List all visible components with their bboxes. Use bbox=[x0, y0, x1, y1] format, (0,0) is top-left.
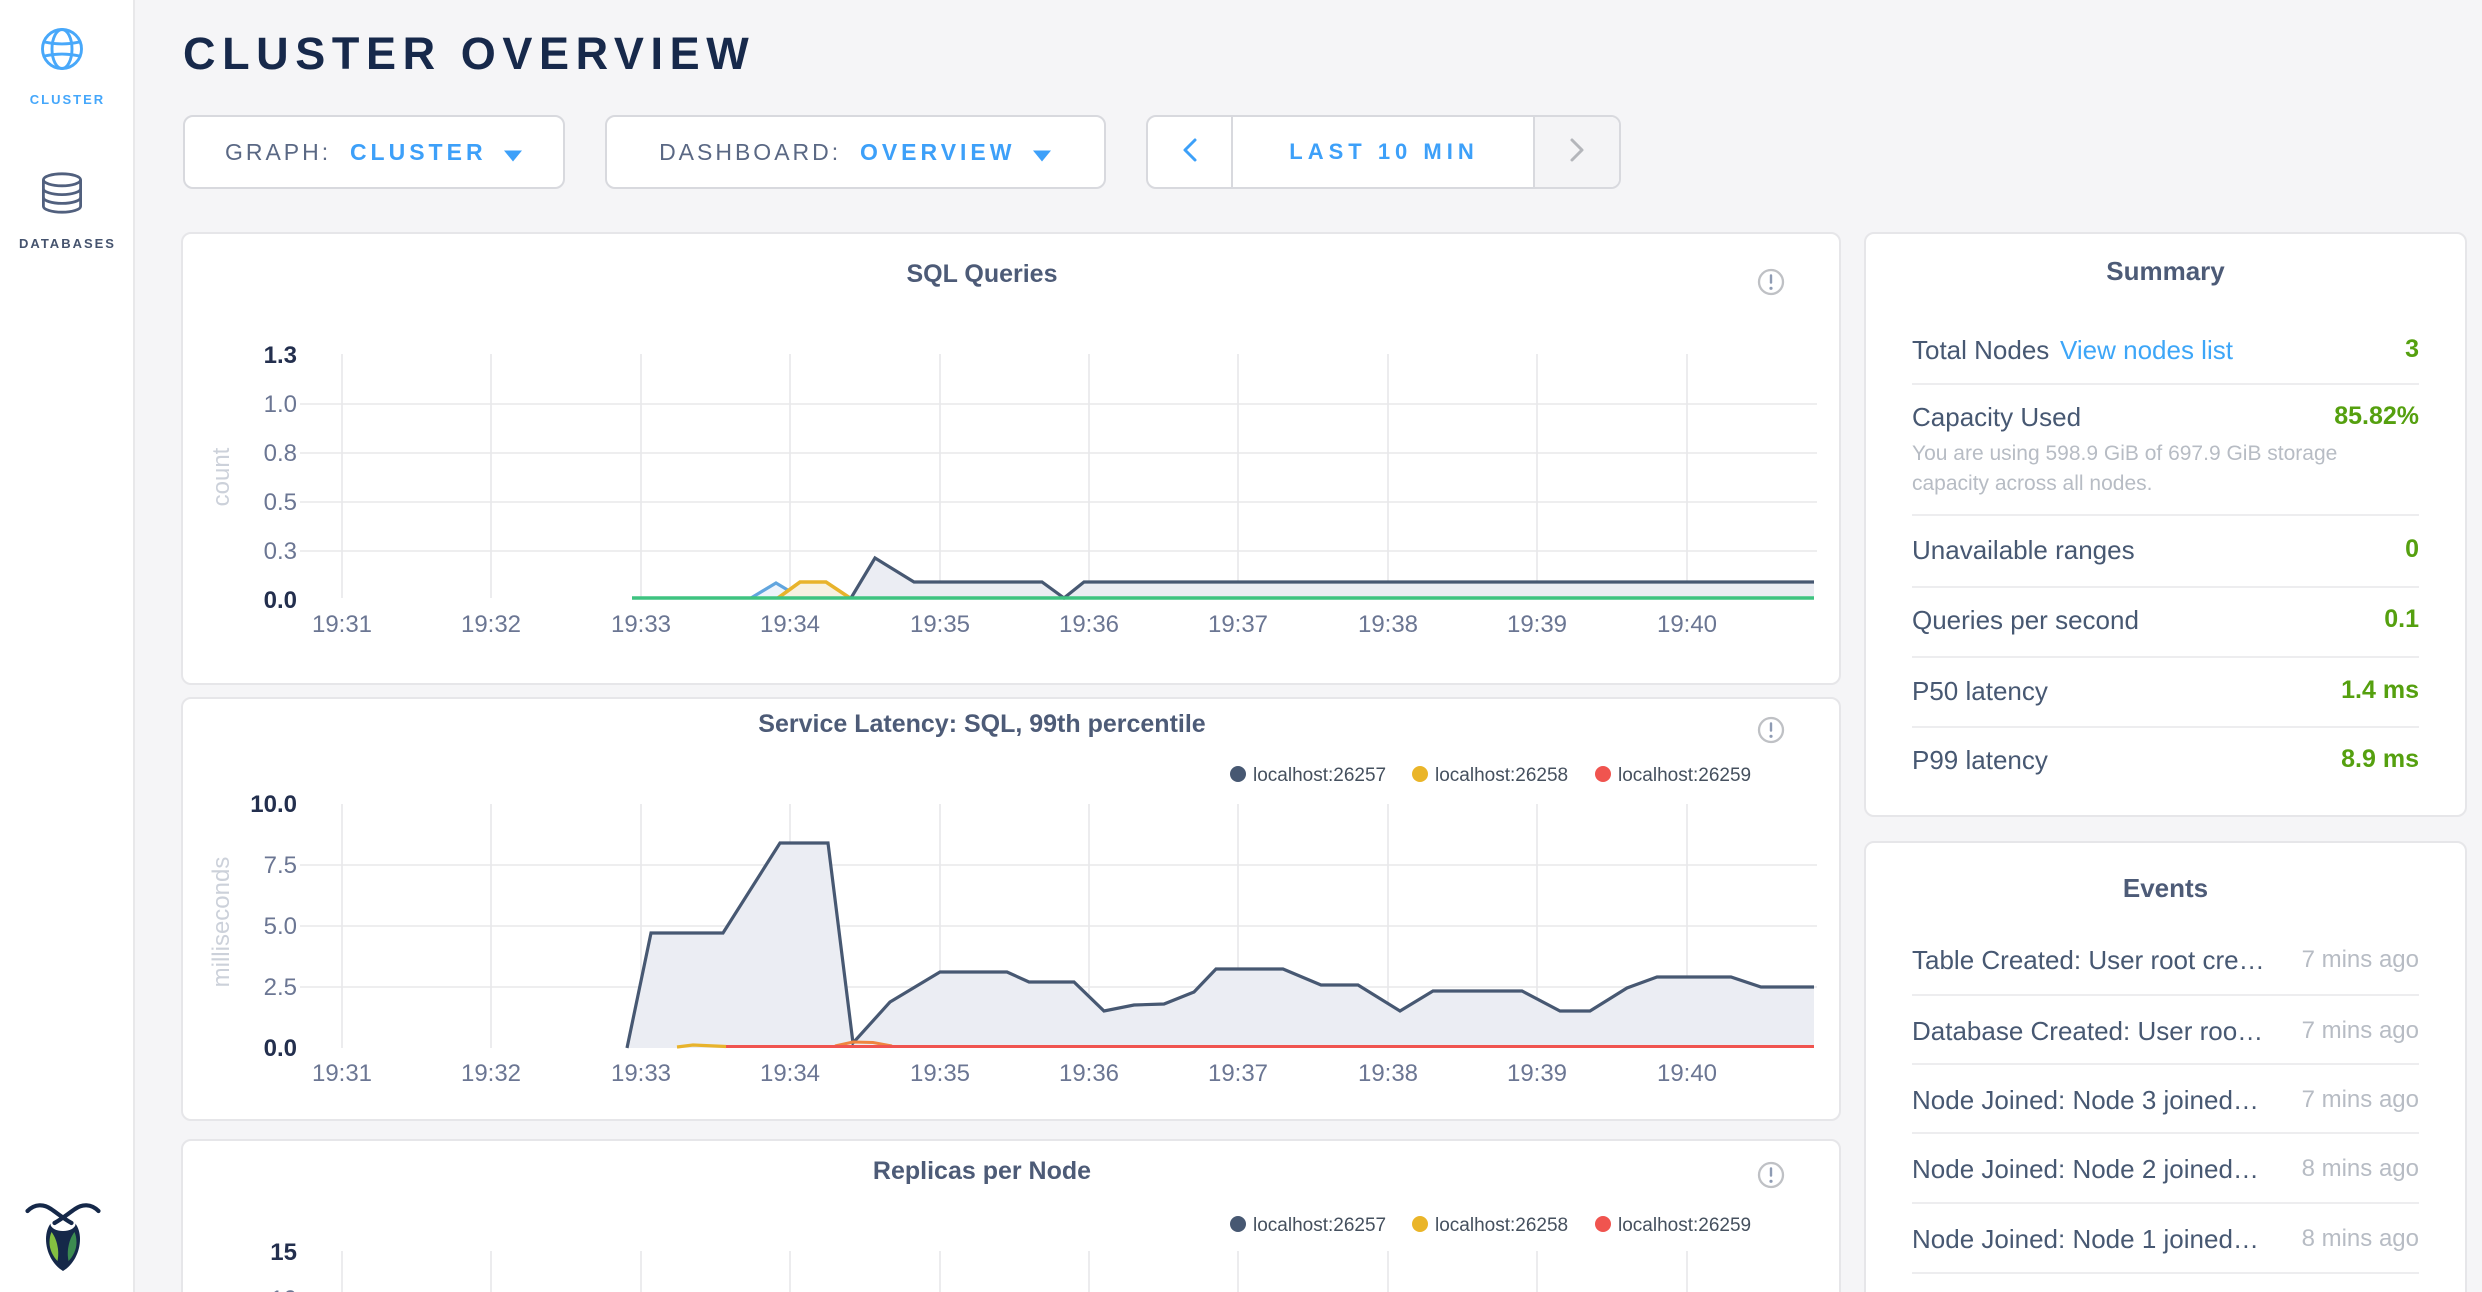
svg-text:milliseconds: milliseconds bbox=[208, 857, 235, 988]
svg-text:19:31: 19:31 bbox=[312, 1060, 372, 1087]
svg-text:19:37: 19:37 bbox=[1208, 1060, 1268, 1087]
svg-text:2.5: 2.5 bbox=[264, 974, 297, 1001]
svg-text:0.0: 0.0 bbox=[264, 1035, 297, 1062]
svg-text:localhost:26259: localhost:26259 bbox=[1618, 1215, 1751, 1236]
svg-text:19:36: 19:36 bbox=[1059, 1060, 1119, 1087]
svg-text:localhost:26259: localhost:26259 bbox=[1618, 765, 1751, 786]
svg-text:19:37: 19:37 bbox=[1208, 611, 1268, 638]
svg-text:localhost:26257: localhost:26257 bbox=[1253, 765, 1386, 786]
svg-text:10.0: 10.0 bbox=[250, 791, 297, 818]
svg-text:19:34: 19:34 bbox=[760, 611, 820, 638]
svg-text:19:31: 19:31 bbox=[312, 611, 372, 638]
svg-text:19:33: 19:33 bbox=[611, 611, 671, 638]
svg-text:19:38: 19:38 bbox=[1358, 1060, 1418, 1087]
svg-text:count: count bbox=[208, 447, 235, 506]
svg-text:19:32: 19:32 bbox=[461, 1060, 521, 1087]
svg-text:19:35: 19:35 bbox=[910, 1060, 970, 1087]
svg-text:19:40: 19:40 bbox=[1657, 1060, 1717, 1087]
svg-text:0.3: 0.3 bbox=[264, 538, 297, 565]
svg-text:19:32: 19:32 bbox=[461, 611, 521, 638]
svg-text:localhost:26257: localhost:26257 bbox=[1253, 1215, 1386, 1236]
svg-text:19:35: 19:35 bbox=[910, 611, 970, 638]
svg-text:19:40: 19:40 bbox=[1657, 611, 1717, 638]
svg-text:5.0: 5.0 bbox=[264, 913, 297, 940]
svg-text:19:38: 19:38 bbox=[1358, 611, 1418, 638]
svg-text:10: 10 bbox=[270, 1286, 297, 1292]
svg-text:19:36: 19:36 bbox=[1059, 611, 1119, 638]
svg-text:7.5: 7.5 bbox=[264, 852, 297, 879]
svg-text:0.5: 0.5 bbox=[264, 489, 297, 516]
svg-text:19:39: 19:39 bbox=[1507, 1060, 1567, 1087]
svg-text:19:33: 19:33 bbox=[611, 1060, 671, 1087]
svg-text:0.0: 0.0 bbox=[264, 587, 297, 614]
svg-text:19:39: 19:39 bbox=[1507, 611, 1567, 638]
svg-text:localhost:26258: localhost:26258 bbox=[1435, 765, 1568, 786]
svg-text:19:34: 19:34 bbox=[760, 1060, 820, 1087]
svg-text:1.0: 1.0 bbox=[264, 391, 297, 418]
svg-text:localhost:26258: localhost:26258 bbox=[1435, 1215, 1568, 1236]
svg-text:1.3: 1.3 bbox=[264, 342, 297, 369]
svg-text:0.8: 0.8 bbox=[264, 440, 297, 467]
svg-text:15: 15 bbox=[270, 1239, 297, 1266]
